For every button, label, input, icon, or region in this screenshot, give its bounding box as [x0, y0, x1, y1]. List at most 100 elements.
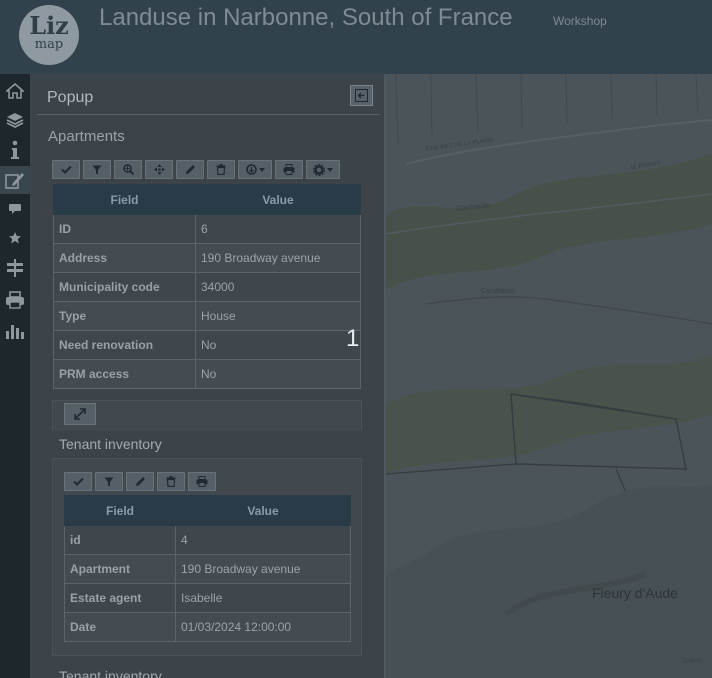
select-button[interactable] [52, 160, 80, 179]
lizmap-logo[interactable]: Liz map [19, 5, 79, 65]
field-name: PRM access [53, 359, 196, 389]
child-print-button[interactable] [188, 472, 216, 491]
chevron-down-icon [258, 167, 265, 172]
zoom-icon [122, 164, 134, 175]
table-row: Date 01/03/2024 12:00:00 [64, 612, 351, 642]
table-header-value: Value [195, 184, 361, 215]
table-row: Municipality code 34000 [53, 272, 361, 302]
select-icon [60, 165, 72, 174]
chart-icon [6, 325, 24, 339]
popup-panel: Popup Apartments Field Value ID 6 Address… [30, 74, 386, 678]
table-row: Address 190 Broadway avenue [53, 243, 361, 273]
edit-pencil-icon [135, 477, 145, 486]
table-row: ID 6 [53, 214, 361, 244]
field-value: Isabelle [175, 583, 351, 613]
signpost-icon [7, 259, 23, 277]
child-delete-button[interactable] [157, 472, 185, 491]
print-icon [196, 476, 208, 487]
select-icon [72, 477, 84, 486]
child-feature-toolbar [64, 472, 216, 491]
home-icon [6, 83, 24, 99]
trash-icon [166, 476, 176, 487]
edit-icon [5, 173, 24, 189]
info-icon [11, 140, 19, 159]
settings-icon [313, 163, 325, 176]
table-row: PRM access No [53, 359, 361, 389]
field-value: 01/03/2024 12:00:00 [175, 612, 351, 642]
map-marker-number: 1 [346, 325, 360, 352]
field-value: House [195, 301, 361, 331]
popup-separator [37, 114, 380, 115]
table-row: Estate agent Isabelle [64, 583, 351, 613]
chevron-down-icon [327, 167, 333, 172]
table-row: Need renovation No [53, 330, 361, 360]
link-child-feature-button[interactable] [64, 403, 96, 425]
field-name: Estate agent [64, 583, 176, 613]
child-edit-button[interactable] [126, 472, 154, 491]
menu-home[interactable] [0, 77, 30, 105]
print-feature-button[interactable] [275, 160, 303, 179]
comment-icon [9, 204, 21, 214]
relation-header-box [52, 400, 362, 431]
trash-icon [216, 164, 226, 175]
layer-title: Apartments [48, 128, 125, 145]
child-filter-button[interactable] [95, 472, 123, 491]
filter-button[interactable] [83, 160, 111, 179]
map-place-label: Carabasse [481, 288, 515, 295]
edit-pencil-icon [185, 165, 195, 174]
menu-locate[interactable] [0, 254, 30, 282]
logo-text-line2: map [34, 37, 64, 52]
menu-comments[interactable] [0, 195, 30, 223]
print-icon [6, 291, 24, 309]
popup-title: Popup [47, 89, 94, 106]
field-value: No [195, 330, 361, 360]
feature-attribute-table: Field Value ID 6 Address 190 Broadway aven… [53, 184, 361, 389]
child-select-button[interactable] [64, 472, 92, 491]
table-row: id 4 [64, 525, 351, 555]
star-icon [9, 232, 21, 244]
expand-arrows-icon [74, 408, 86, 420]
menu-dataviz[interactable] [0, 317, 30, 345]
table-header-value: Value [175, 495, 351, 526]
menu-information[interactable] [0, 136, 30, 164]
map-town-label: Fleury d'Aude [592, 585, 678, 601]
feature-toolbar [52, 160, 340, 179]
filter-icon [104, 477, 114, 486]
field-name: Address [53, 243, 196, 273]
app-subtitle: Workshop [553, 14, 607, 28]
tools-dropdown-button[interactable] [306, 160, 340, 179]
menu-print[interactable] [0, 286, 30, 314]
field-value: 4 [175, 525, 351, 555]
arrow-left-box-icon [355, 89, 368, 102]
edit-button[interactable] [176, 160, 204, 179]
map-place-label: Salles [682, 658, 702, 665]
menu-edition[interactable] [0, 166, 30, 194]
field-name: Type [53, 301, 196, 331]
map-canvas[interactable]: CHE BAS DE LA PLAINE le Prieuré Courbaud… [386, 74, 712, 678]
field-value: 190 Broadway avenue [195, 243, 361, 273]
center-button[interactable] [145, 160, 173, 179]
filter-icon [92, 165, 102, 174]
field-value: No [195, 359, 361, 389]
zoom-button[interactable] [114, 160, 142, 179]
table-row: Apartment 190 Broadway avenue [64, 554, 351, 584]
table-header-field: Field [64, 495, 176, 526]
export-dropdown-button[interactable] [238, 160, 272, 179]
menu-favorites[interactable] [0, 224, 30, 252]
field-name: id [64, 525, 176, 555]
layers-icon [6, 113, 24, 129]
field-name: Need renovation [53, 330, 196, 360]
field-value: 6 [195, 214, 361, 244]
table-header-field: Field [53, 184, 196, 215]
logo-text-line1: Liz [29, 11, 69, 40]
export-icon [245, 164, 257, 175]
field-name: ID [53, 214, 196, 244]
table-row: Type House [53, 301, 361, 331]
collapse-panel-button[interactable] [350, 85, 373, 106]
menu-layers[interactable] [0, 106, 30, 134]
left-menubar [0, 74, 30, 678]
relation-title: Tenant inventory [59, 436, 162, 452]
delete-button[interactable] [207, 160, 235, 179]
field-name: Municipality code [53, 272, 196, 302]
field-value: 34000 [195, 272, 361, 302]
